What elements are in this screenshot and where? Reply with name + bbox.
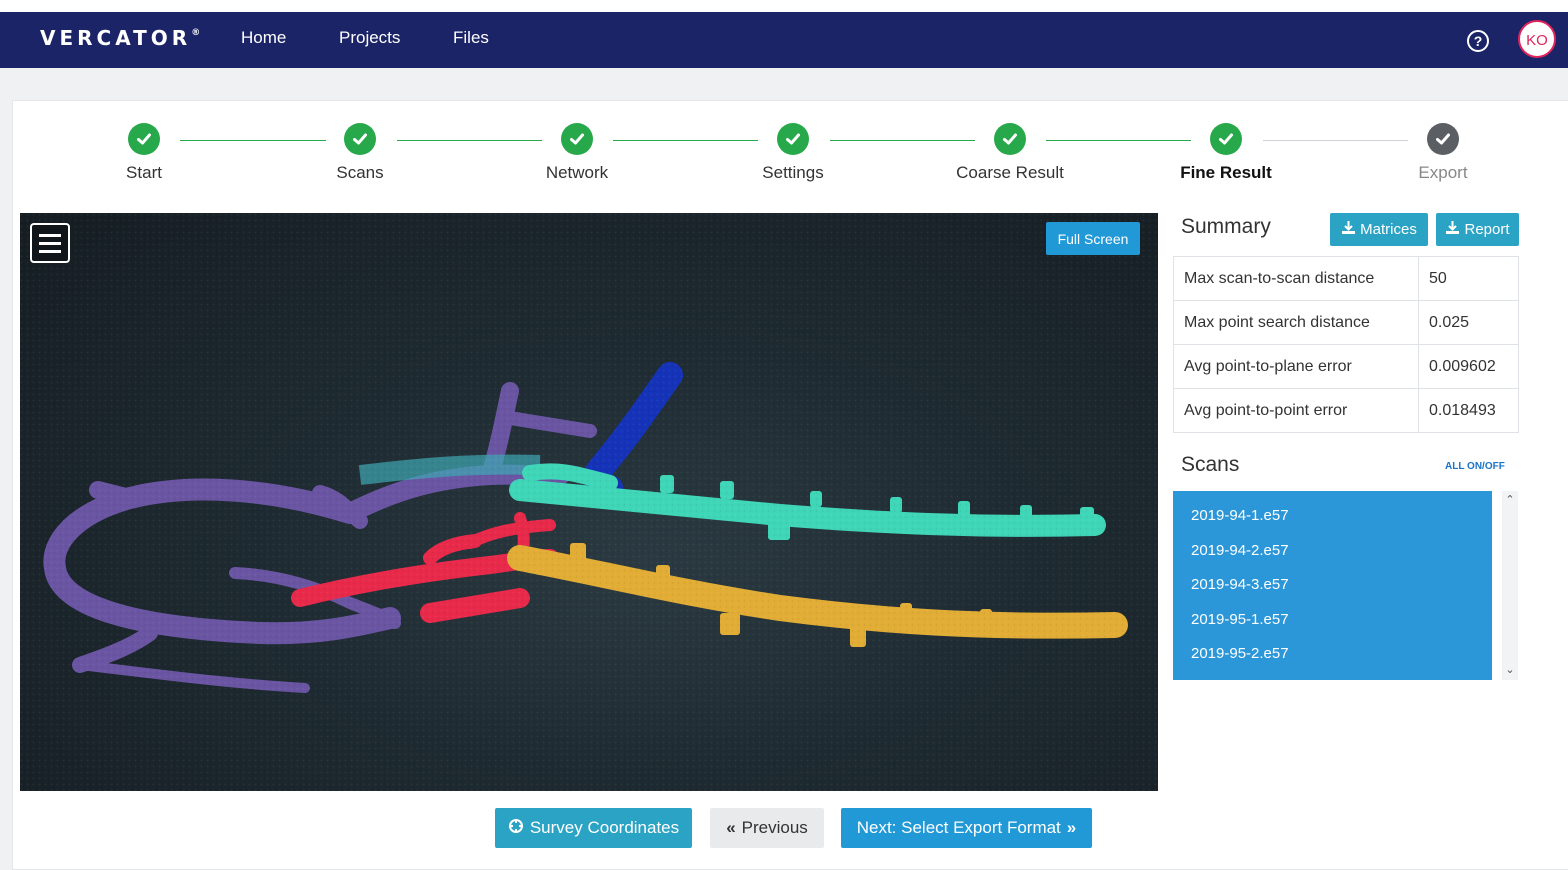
check-circle-icon	[777, 123, 809, 155]
list-item[interactable]: 2019-95-1.e57	[1173, 603, 1492, 638]
list-item[interactable]: 2019-94-1.e57	[1173, 499, 1492, 534]
next-button[interactable]: Next: Select Export Format »	[841, 808, 1092, 848]
metric-label: Avg point-to-plane error	[1173, 344, 1419, 389]
metric-value: 50	[1418, 256, 1519, 301]
summary-title: Summary	[1181, 215, 1271, 238]
table-row: Avg point-to-point error 0.018493	[1173, 388, 1519, 433]
scans-title: Scans	[1181, 453, 1240, 476]
step-label: Network	[545, 163, 609, 182]
check-circle-icon	[128, 123, 160, 155]
list-item[interactable]: 2019-95-2.e57	[1173, 637, 1492, 672]
brand-logo[interactable]: VERCATOR®	[40, 26, 200, 50]
step-label: Fine Result	[1180, 163, 1272, 182]
nav-projects[interactable]: Projects	[339, 28, 400, 48]
metric-label: Max scan-to-scan distance	[1173, 256, 1419, 301]
survey-label: Survey Coordinates	[529, 818, 680, 837]
list-item[interactable]: 2019-94-2.e57	[1173, 534, 1492, 569]
report-button[interactable]: Report	[1436, 213, 1519, 246]
nav-home[interactable]: Home	[241, 28, 286, 48]
metric-label: Max point search distance	[1173, 300, 1419, 345]
summary-table: Max scan-to-scan distance 50 Max point se…	[1173, 256, 1519, 433]
metric-value: 0.018493	[1418, 388, 1519, 433]
next-label: Next: Select Export Format	[856, 818, 1061, 837]
metric-value: 0.025	[1418, 300, 1519, 345]
step-start[interactable]: Start	[64, 123, 224, 183]
navbar: VERCATOR® Home Projects Files ? KO	[0, 12, 1568, 68]
table-row: Avg point-to-plane error 0.009602	[1173, 344, 1519, 389]
main-card: Start Scans Network Settings Coarse Resu…	[12, 100, 1568, 870]
all-on-off-toggle[interactable]: ALL ON/OFF	[1445, 461, 1505, 472]
check-circle-icon	[994, 123, 1026, 155]
nav-files[interactable]: Files	[453, 28, 489, 48]
double-chevron-right-icon: »	[1066, 818, 1077, 837]
viewer-menu-button[interactable]	[30, 223, 70, 263]
check-circle-icon	[561, 123, 593, 155]
step-label: Coarse Result	[956, 163, 1064, 182]
top-strip	[0, 0, 1568, 12]
help-icon[interactable]: ?	[1467, 30, 1489, 52]
step-scans[interactable]: Scans	[280, 123, 440, 183]
chevron-down-icon[interactable]: ⌄	[1502, 663, 1518, 676]
chevron-up-icon[interactable]: ⌃	[1502, 493, 1518, 506]
survey-coordinates-button[interactable]: Survey Coordinates	[495, 808, 692, 848]
brand-mark: ®	[191, 28, 201, 39]
double-chevron-left-icon: «	[726, 818, 736, 837]
point-cloud-render	[20, 213, 1158, 791]
brand-name: VERCATOR	[40, 26, 192, 50]
crosshair-icon	[508, 818, 524, 839]
matrices-label: Matrices	[1360, 221, 1417, 238]
download-icon	[1445, 220, 1460, 239]
metric-label: Avg point-to-point error	[1173, 388, 1419, 433]
list-item[interactable]: 2019-94-3.e57	[1173, 568, 1492, 603]
scan-list-scrollbar[interactable]: ⌃ ⌄	[1502, 491, 1518, 680]
report-label: Report	[1464, 221, 1510, 238]
scan-list[interactable]: 2019-94-1.e57 2019-94-2.e57 2019-94-3.e5…	[1173, 491, 1492, 680]
check-circle-icon	[1427, 123, 1459, 155]
check-circle-icon	[344, 123, 376, 155]
step-label: Start	[126, 163, 162, 182]
avatar[interactable]: KO	[1518, 20, 1556, 58]
metric-value: 0.009602	[1418, 344, 1519, 389]
download-icon	[1341, 220, 1356, 239]
step-network[interactable]: Network	[497, 123, 657, 183]
check-circle-icon	[1210, 123, 1242, 155]
previous-label: Previous	[741, 818, 808, 837]
point-cloud-viewer[interactable]: Full Screen	[20, 213, 1158, 791]
step-coarse-result[interactable]: Coarse Result	[930, 123, 1090, 183]
step-label: Settings	[762, 163, 824, 182]
step-fine-result[interactable]: Fine Result	[1146, 123, 1306, 183]
step-settings[interactable]: Settings	[713, 123, 873, 183]
full-screen-button[interactable]: Full Screen	[1046, 222, 1140, 255]
matrices-button[interactable]: Matrices	[1330, 213, 1428, 246]
previous-button[interactable]: « Previous	[710, 808, 824, 848]
table-row: Max point search distance 0.025	[1173, 300, 1519, 345]
table-row: Max scan-to-scan distance 50	[1173, 256, 1519, 301]
progress-stepper: Start Scans Network Settings Coarse Resu…	[13, 101, 1568, 201]
step-export[interactable]: Export	[1363, 123, 1523, 183]
step-label: Export	[1418, 163, 1468, 182]
step-label: Scans	[336, 163, 384, 182]
